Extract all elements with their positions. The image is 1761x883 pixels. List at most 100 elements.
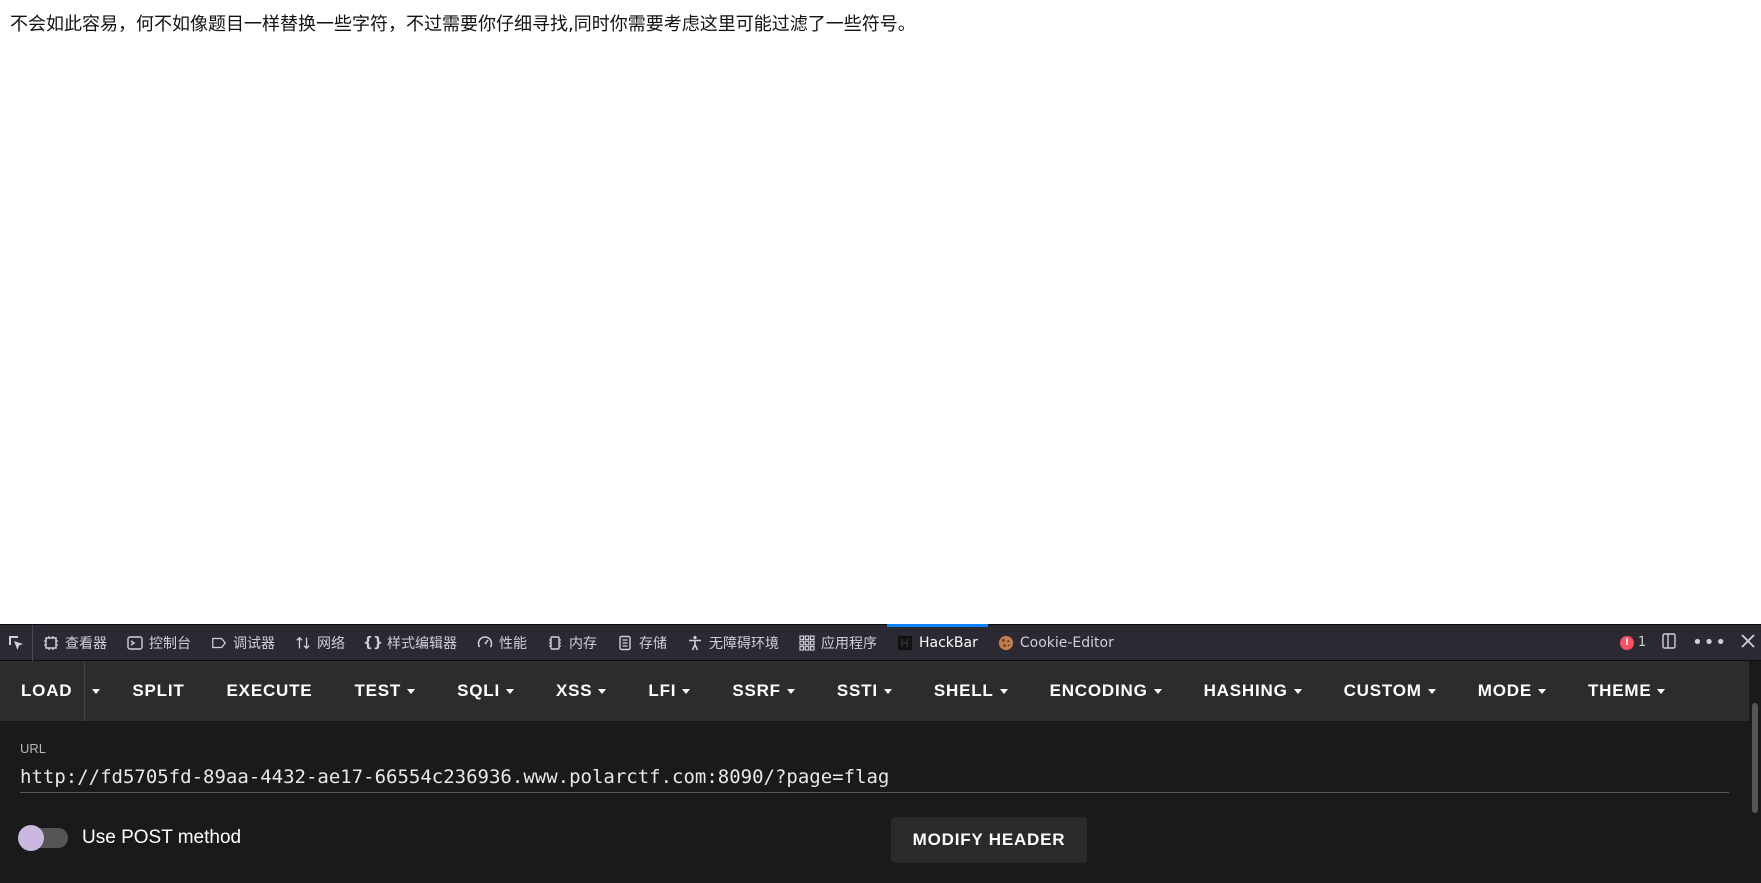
devtools-toolbar-right: ! 1 ••• xyxy=(1619,632,1761,654)
tab-label: HackBar xyxy=(919,634,978,651)
custom-menu[interactable]: CUSTOM xyxy=(1323,661,1457,721)
tab-label: 样式编辑器 xyxy=(387,635,457,652)
hackbar-body: URL Use POST method MODIFY HEADER xyxy=(0,721,1749,883)
error-count: 1 xyxy=(1637,635,1647,650)
execute-button[interactable]: EXECUTE xyxy=(206,661,334,721)
lfi-label: LFI xyxy=(648,681,677,700)
tab-performance[interactable]: 性能 xyxy=(467,625,537,661)
more-options-icon[interactable]: ••• xyxy=(1692,632,1727,653)
network-icon xyxy=(295,635,311,651)
theme-menu[interactable]: THEME xyxy=(1567,661,1687,721)
sqli-menu[interactable]: SQLI xyxy=(436,661,535,721)
hackbar-toolbar: LOAD SPLIT EXECUTE TEST SQLI XSS LFI SSR… xyxy=(0,661,1749,721)
scrollbar-thumb[interactable] xyxy=(1752,703,1758,813)
tab-style-editor[interactable]: {} 样式编辑器 xyxy=(355,625,467,661)
encoding-label: ENCODING xyxy=(1049,681,1148,700)
split-button[interactable]: SPLIT xyxy=(111,661,205,721)
tab-label: Cookie-Editor xyxy=(1019,634,1114,651)
tab-label: 应用程序 xyxy=(821,635,877,652)
tab-hackbar[interactable]: HackBar xyxy=(887,623,988,661)
tab-accessibility[interactable]: 无障碍环境 xyxy=(677,625,789,661)
ssrf-menu[interactable]: SSRF xyxy=(711,661,816,721)
caret-down-icon xyxy=(407,688,416,694)
tab-label: 存储 xyxy=(639,635,667,652)
devtools-panel: 查看器 控制台 调试器 网络 {} 样式编辑器 性能 内存 存储 无障碍环境 应… xyxy=(0,623,1761,883)
caret-down-icon xyxy=(505,688,514,694)
caret-down-icon xyxy=(1537,688,1546,694)
tab-label: 内存 xyxy=(569,635,597,652)
tab-console[interactable]: 控制台 xyxy=(117,625,201,661)
caret-down-icon xyxy=(883,688,892,694)
mode-label: MODE xyxy=(1477,681,1532,700)
tab-label: 调试器 xyxy=(233,635,275,652)
lfi-menu[interactable]: LFI xyxy=(627,661,711,721)
caret-down-icon xyxy=(598,688,607,694)
inspector-icon xyxy=(43,635,59,651)
post-switch[interactable] xyxy=(18,825,68,851)
sqli-label: SQLI xyxy=(457,681,500,700)
storage-icon xyxy=(617,635,633,651)
load-dropdown-button[interactable] xyxy=(84,661,107,721)
tab-label: 控制台 xyxy=(149,635,191,652)
tab-label: 性能 xyxy=(499,635,527,652)
shell-menu[interactable]: SHELL xyxy=(913,661,1029,721)
mode-menu[interactable]: MODE xyxy=(1457,661,1567,721)
caret-down-icon xyxy=(999,688,1008,694)
caret-down-icon xyxy=(92,688,101,694)
caret-down-icon xyxy=(682,688,691,694)
error-counter[interactable]: ! 1 xyxy=(1619,635,1647,650)
test-menu[interactable]: TEST xyxy=(333,661,436,721)
error-icon: ! xyxy=(1619,635,1634,650)
tab-debugger[interactable]: 调试器 xyxy=(201,625,285,661)
xss-label: XSS xyxy=(555,681,593,700)
tab-cookie-editor[interactable]: Cookie-Editor xyxy=(988,625,1124,661)
load-label: LOAD xyxy=(21,681,73,700)
caret-down-icon xyxy=(1657,688,1666,694)
tab-inspector[interactable]: 查看器 xyxy=(33,625,117,661)
memory-icon xyxy=(547,635,563,651)
tab-application[interactable]: 应用程序 xyxy=(789,625,887,661)
accessibility-icon xyxy=(687,635,703,651)
caret-down-icon xyxy=(1153,688,1162,694)
load-button[interactable]: LOAD xyxy=(0,661,84,721)
post-method-label: Use POST method xyxy=(82,827,242,848)
tab-storage[interactable]: 存储 xyxy=(607,625,677,661)
performance-icon xyxy=(477,635,493,651)
modify-header-button[interactable]: MODIFY HEADER xyxy=(891,817,1087,863)
hackbar-scrollbar[interactable] xyxy=(1749,661,1761,883)
hashing-label: HASHING xyxy=(1203,681,1288,700)
close-icon[interactable] xyxy=(1741,633,1755,652)
theme-label: THEME xyxy=(1587,681,1652,700)
ssti-menu[interactable]: SSTI xyxy=(816,661,913,721)
tab-network[interactable]: 网络 xyxy=(285,625,355,661)
encoding-menu[interactable]: ENCODING xyxy=(1029,661,1183,721)
page-message: 不会如此容易，何不如像题目一样替换一些字符，不过需要你仔细寻找,同时你需要考虑这… xyxy=(10,14,916,35)
tab-label: 无障碍环境 xyxy=(709,635,779,652)
tab-label: 网络 xyxy=(317,635,345,652)
post-switch-knob xyxy=(18,825,44,851)
split-label: SPLIT xyxy=(132,681,185,700)
debugger-icon xyxy=(211,635,227,651)
caret-down-icon xyxy=(1427,688,1436,694)
element-picker-icon[interactable] xyxy=(0,624,33,661)
execute-label: EXECUTE xyxy=(226,681,313,700)
cookie-icon xyxy=(998,635,1014,651)
tab-memory[interactable]: 内存 xyxy=(537,625,607,661)
post-method-toggle[interactable]: Use POST method xyxy=(18,825,242,851)
caret-down-icon xyxy=(1293,688,1302,694)
url-input[interactable] xyxy=(20,761,1729,793)
hashing-menu[interactable]: HASHING xyxy=(1183,661,1323,721)
style-editor-icon: {} xyxy=(363,634,383,651)
ssrf-label: SSRF xyxy=(732,681,781,700)
caret-down-icon xyxy=(786,688,795,694)
custom-label: CUSTOM xyxy=(1343,681,1422,700)
console-icon xyxy=(127,635,143,651)
application-icon xyxy=(799,634,815,651)
hackbar-icon xyxy=(897,635,913,651)
url-label: URL xyxy=(20,741,47,756)
xss-menu[interactable]: XSS xyxy=(535,661,627,721)
shell-label: SHELL xyxy=(933,681,994,700)
dock-side-icon[interactable] xyxy=(1660,632,1678,654)
devtools-tabbar: 查看器 控制台 调试器 网络 {} 样式编辑器 性能 内存 存储 无障碍环境 应… xyxy=(0,623,1761,661)
ssti-label: SSTI xyxy=(836,681,878,700)
